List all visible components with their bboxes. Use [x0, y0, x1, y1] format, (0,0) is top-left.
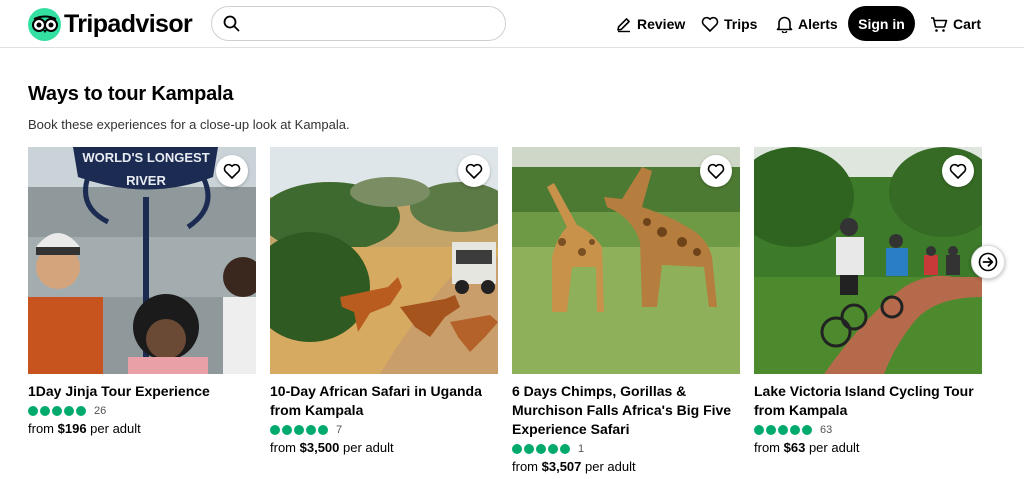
heart-icon — [949, 163, 967, 179]
heart-icon — [465, 163, 483, 179]
review-count: 63 — [820, 423, 833, 436]
heart-icon — [707, 163, 725, 179]
tour-card[interactable]: Lake Victoria Island Cycling Tour from K… — [754, 147, 982, 455]
sign-text-1: WORLD'S LONGEST — [82, 150, 209, 165]
nav-cart-label: Cart — [953, 16, 982, 32]
nav-trips-label: Trips — [724, 16, 758, 32]
rating-bubble — [52, 405, 62, 416]
arrow-right-icon — [978, 252, 998, 272]
tour-title[interactable]: 1Day Jinja Tour Experience — [28, 382, 256, 401]
nav-alerts[interactable]: Alerts — [776, 12, 838, 36]
tour-title[interactable]: 10-Day African Safari in Uganda from Kam… — [270, 382, 498, 420]
price-value: $3,500 — [299, 440, 340, 455]
rating-bubble — [548, 443, 558, 454]
rating-bubble — [282, 424, 292, 435]
tour-price: from $63 per adult — [754, 440, 982, 455]
tour-photo — [270, 147, 498, 374]
rating-bubble — [294, 424, 304, 435]
bell-icon — [776, 16, 793, 33]
price-value: $196 — [57, 421, 87, 436]
rating-bubbles: 1 — [512, 440, 740, 457]
price-suffix: per adult — [808, 440, 860, 455]
save-to-trip-button[interactable] — [942, 155, 974, 187]
tour-photo — [512, 147, 740, 374]
top-header: Tripadvisor Review Trips Alerts Sign in — [0, 0, 1024, 48]
heart-icon — [223, 163, 241, 179]
rating-bubble — [560, 443, 570, 454]
nav-cart[interactable]: Cart — [930, 12, 981, 36]
tour-photo: WORLD'S LONGEST RIVER — [28, 147, 256, 374]
tour-price: from $3,507 per adult — [512, 459, 740, 474]
rating-bubble — [270, 424, 280, 435]
rating-bubble — [306, 424, 316, 435]
save-to-trip-button[interactable] — [700, 155, 732, 187]
rating-bubble — [512, 443, 522, 454]
tour-card[interactable]: 10-Day African Safari in Uganda from Kam… — [270, 147, 498, 455]
nav-review-label: Review — [637, 16, 686, 32]
cart-icon — [931, 16, 948, 32]
price-prefix: from — [512, 459, 538, 474]
rating-bubble — [524, 443, 534, 454]
price-prefix: from — [28, 421, 54, 436]
rating-bubble — [76, 405, 86, 416]
tour-title[interactable]: Lake Victoria Island Cycling Tour from K… — [754, 382, 982, 420]
review-count: 7 — [336, 423, 343, 436]
rating-bubble — [802, 424, 812, 435]
pencil-icon — [617, 17, 630, 32]
tour-card[interactable]: WORLD'S LONGEST RIVER 1Day Jinja Tour Ex… — [28, 147, 256, 436]
section-title: Ways to tour Kampala — [28, 83, 234, 105]
tour-photo — [754, 147, 982, 374]
review-count: 1 — [578, 442, 585, 455]
price-value: $63 — [783, 440, 806, 455]
save-to-trip-button[interactable] — [216, 155, 248, 187]
tour-card[interactable]: 6 Days Chimps, Gorillas & Murchison Fall… — [512, 147, 740, 474]
rating-bubble — [754, 424, 764, 435]
section-subtitle: Book these experiences for a close-up lo… — [28, 117, 350, 132]
brand-name: Tripadvisor — [64, 9, 193, 38]
search-input[interactable] — [248, 7, 505, 40]
save-to-trip-button[interactable] — [458, 155, 490, 187]
tour-price: from $3,500 per adult — [270, 440, 498, 455]
price-suffix: per adult — [343, 440, 394, 455]
price-suffix: per adult — [90, 421, 141, 436]
search-icon — [223, 15, 240, 32]
price-prefix: from — [270, 440, 296, 455]
rating-bubble — [536, 443, 546, 454]
rating-bubble — [318, 424, 328, 435]
carousel-next-button[interactable] — [971, 245, 1005, 279]
rating-bubble — [766, 424, 776, 435]
rating-bubble — [790, 424, 800, 435]
rating-bubble — [64, 405, 74, 416]
rating-bubbles: 26 — [28, 402, 256, 419]
nav-review[interactable]: Review — [615, 12, 685, 36]
sign-in-button[interactable]: Sign in — [848, 6, 915, 41]
tripadvisor-owl-icon — [28, 7, 61, 41]
tour-price: from $196 per adult — [28, 421, 256, 436]
rating-bubbles: 63 — [754, 421, 982, 438]
review-count: 26 — [94, 404, 107, 417]
price-value: $3,507 — [541, 459, 582, 474]
rating-bubble — [40, 405, 50, 416]
price-prefix: from — [754, 440, 780, 455]
nav-alerts-label: Alerts — [798, 16, 838, 32]
rating-bubble — [28, 405, 38, 416]
tripadvisor-logo[interactable]: Tripadvisor — [28, 7, 193, 41]
tour-title[interactable]: 6 Days Chimps, Gorillas & Murchison Fall… — [512, 382, 740, 439]
rating-bubbles: 7 — [270, 421, 498, 438]
nav-trips[interactable]: Trips — [701, 12, 757, 36]
heart-icon — [701, 16, 719, 32]
sign-text-2: RIVER — [126, 173, 166, 188]
rating-bubble — [778, 424, 788, 435]
search-bar[interactable] — [211, 6, 506, 41]
price-suffix: per adult — [585, 459, 636, 474]
